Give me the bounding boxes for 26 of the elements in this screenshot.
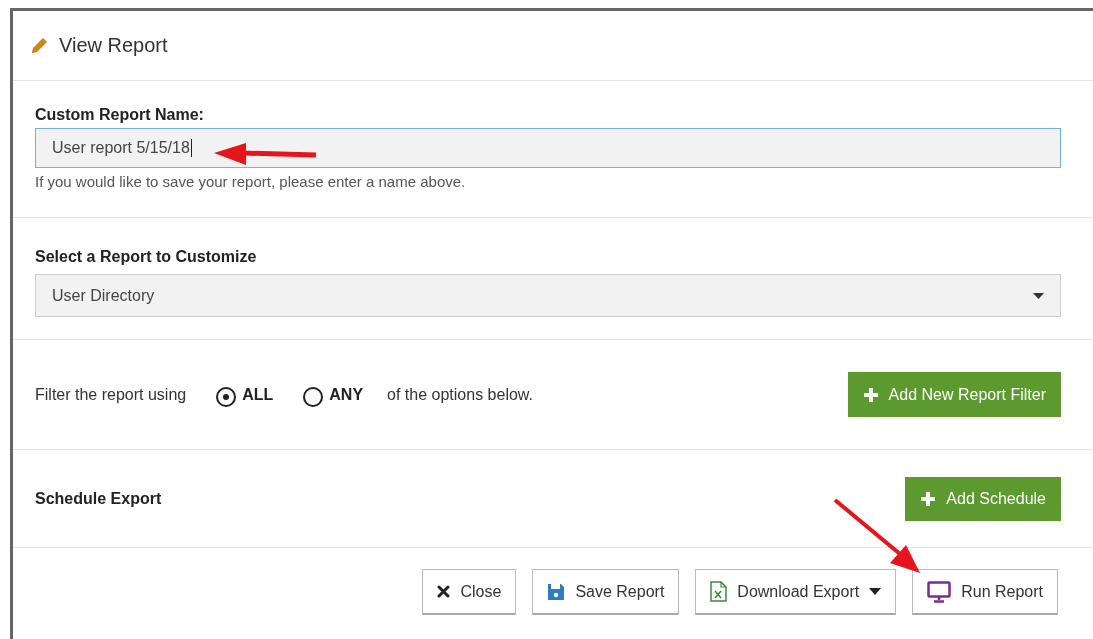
radio-label: ALL bbox=[242, 385, 274, 404]
caret-icon bbox=[869, 588, 882, 595]
plus-icon bbox=[920, 490, 937, 507]
spreadsheet-file-icon bbox=[710, 581, 728, 602]
radio-button[interactable] bbox=[303, 387, 324, 407]
monitor-icon bbox=[927, 580, 952, 603]
pencil-icon bbox=[29, 35, 49, 56]
caret-icon bbox=[1033, 292, 1044, 299]
close-icon bbox=[437, 585, 451, 598]
schedule-label: Schedule Export bbox=[35, 489, 162, 508]
plus-icon bbox=[862, 386, 879, 403]
field-label: Custom Report Name: bbox=[35, 106, 205, 124]
filter-text: Filter the report using bbox=[35, 385, 187, 404]
run-button[interactable]: Run Report bbox=[912, 569, 1058, 615]
report-name-field[interactable]: User report 5/15/18 bbox=[35, 128, 1061, 168]
download-button[interactable]: Download Export bbox=[695, 569, 897, 615]
dialog-title: View Report bbox=[59, 34, 168, 57]
select-label: Select a Report to Customize bbox=[35, 248, 258, 266]
field-hint: If you would like to save your report, please enter a name above. bbox=[35, 173, 467, 190]
report-dropdown[interactable]: User Directory bbox=[35, 274, 1061, 317]
radio-button[interactable] bbox=[216, 387, 237, 407]
filter-text: of the options below. bbox=[387, 385, 533, 404]
save-icon bbox=[547, 582, 566, 601]
radio-label: ANY bbox=[329, 385, 364, 404]
close-button[interactable]: Close bbox=[422, 569, 517, 615]
save-button[interactable]: Save Report bbox=[532, 569, 680, 615]
